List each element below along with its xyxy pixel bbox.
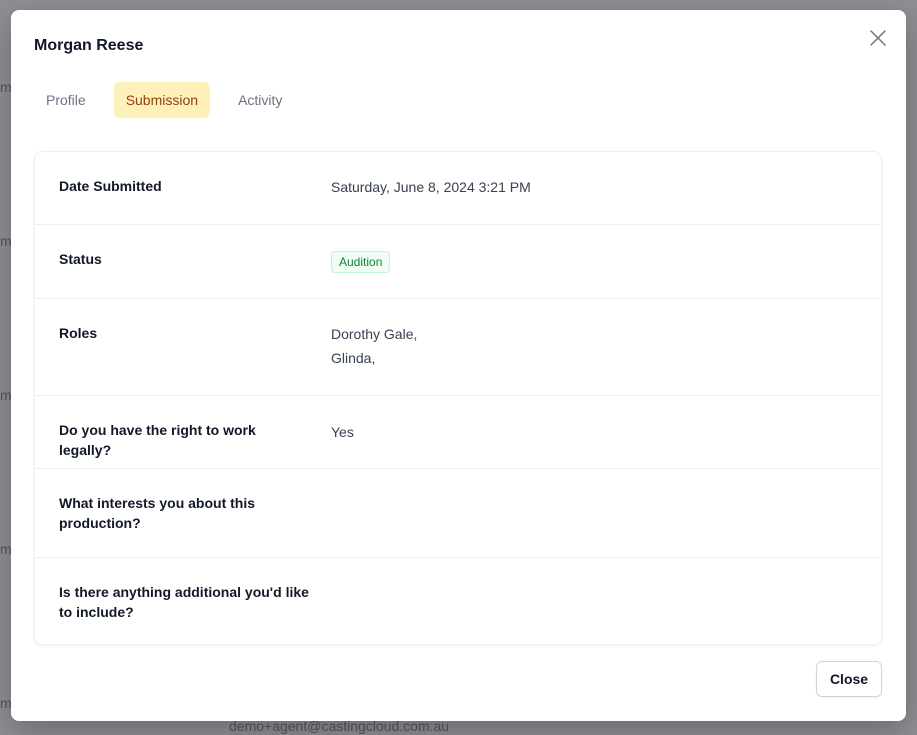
detail-row-right-to-work: Do you have the right to work legally? Y… — [35, 396, 881, 469]
backdrop-text: m — [0, 541, 12, 557]
status-value: Audition — [331, 249, 391, 273]
submission-details-card: Date Submitted Saturday, June 8, 2024 3:… — [34, 151, 882, 645]
detail-label: Status — [59, 251, 102, 267]
tab-submission[interactable]: Submission — [113, 82, 211, 118]
roles-value: Dorothy Gale, Glinda, — [331, 322, 417, 370]
close-icon[interactable] — [868, 28, 888, 48]
close-button[interactable]: Close — [816, 661, 882, 697]
tab-activity[interactable]: Activity — [226, 82, 294, 118]
detail-row-status: Status Audition — [35, 225, 881, 299]
detail-row-date-submitted: Date Submitted Saturday, June 8, 2024 3:… — [35, 152, 881, 225]
detail-label: Roles — [59, 325, 98, 341]
detail-row-roles: Roles Dorothy Gale, Glinda, — [35, 299, 881, 396]
detail-label: Is there anything additional you'd like … — [59, 584, 309, 620]
backdrop-text: m — [0, 79, 12, 95]
backdrop-text: m — [0, 695, 12, 711]
right-to-work-value: Yes — [331, 424, 354, 440]
detail-label: Do you have the right to work legally? — [59, 422, 256, 458]
date-submitted-value: Saturday, June 8, 2024 3:21 PM — [331, 179, 531, 195]
detail-row-additional: Is there anything additional you'd like … — [35, 558, 881, 644]
tab-bar: Profile Submission Activity — [34, 82, 310, 118]
tab-profile[interactable]: Profile — [34, 82, 98, 118]
detail-row-interests: What interests you about this production… — [35, 469, 881, 558]
backdrop-text: m — [0, 387, 12, 403]
role-item: Dorothy Gale, — [331, 326, 418, 342]
role-item: Glinda, — [331, 350, 376, 366]
detail-label: Date Submitted — [59, 178, 162, 194]
submission-modal: Morgan Reese Profile Submission Activity… — [11, 10, 906, 721]
backdrop-text: m — [0, 233, 12, 249]
modal-title: Morgan Reese — [34, 37, 144, 54]
detail-label: What interests you about this production… — [59, 495, 256, 531]
status-badge: Audition — [331, 251, 391, 273]
